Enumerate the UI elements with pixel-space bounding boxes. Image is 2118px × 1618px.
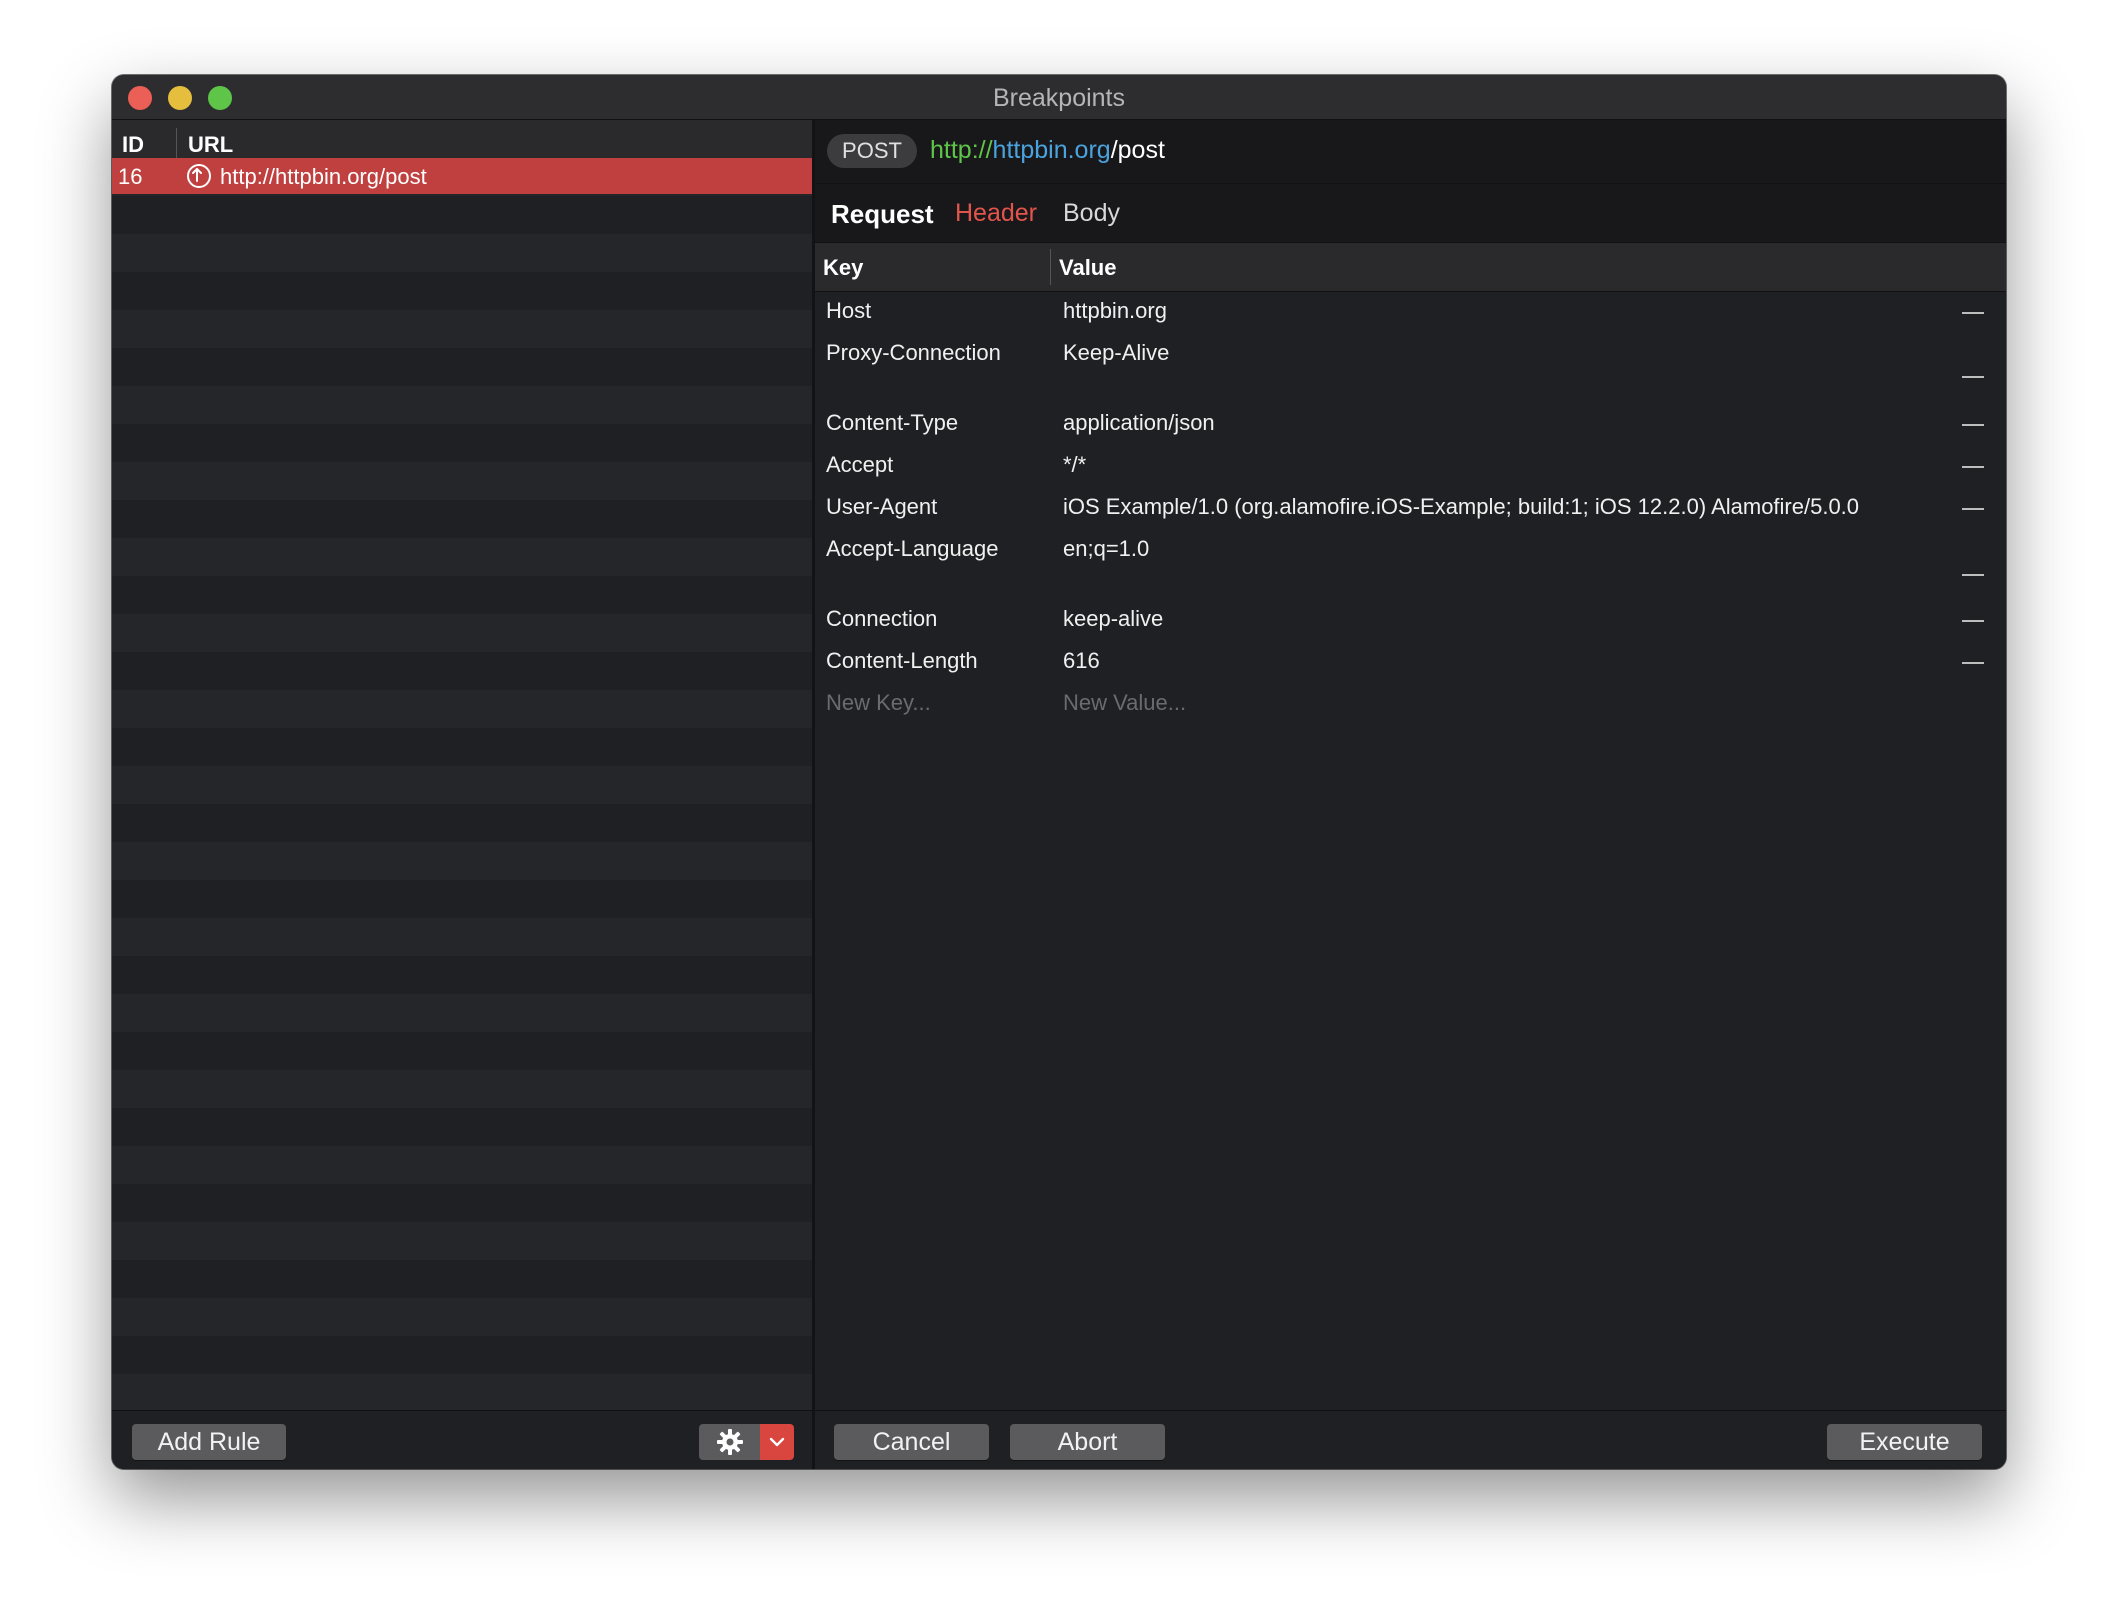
header-row[interactable]: Content-Length 616 xyxy=(815,642,2006,682)
request-url: http://httpbin.org/post xyxy=(930,136,1165,165)
header-key[interactable]: Proxy-Connection xyxy=(826,340,1001,366)
header-value[interactable]: */* xyxy=(1063,452,1086,478)
settings-dropdown-button[interactable] xyxy=(760,1424,794,1460)
url-host: httpbin.org xyxy=(992,136,1111,164)
upload-arrow-icon xyxy=(187,164,211,188)
rules-list-panel: ID URL 16 http://httpbin.org/post xyxy=(112,120,812,1410)
add-rule-button[interactable]: Add Rule xyxy=(132,1424,286,1460)
remove-header-button[interactable] xyxy=(1962,574,1984,576)
rule-url: http://httpbin.org/post xyxy=(220,164,427,189)
header-row[interactable]: Accept-Language en;q=1.0 xyxy=(815,530,2006,598)
column-header-value[interactable]: Value xyxy=(1059,255,1116,281)
remove-header-button[interactable] xyxy=(1962,508,1984,510)
header-key[interactable]: Accept-Language xyxy=(826,536,998,562)
breakpoints-window: Breakpoints ID URL 16 http://httpbin.org… xyxy=(112,75,2006,1469)
request-footer: Cancel Abort Execute xyxy=(815,1410,2006,1469)
new-key-input[interactable]: New Key... xyxy=(826,690,931,716)
header-value[interactable]: keep-alive xyxy=(1063,606,1163,632)
remove-header-button[interactable] xyxy=(1962,424,1984,426)
header-value[interactable]: Keep-Alive xyxy=(1063,340,1169,366)
rules-footer: Add Rule xyxy=(112,1410,812,1469)
tab-body[interactable]: Body xyxy=(1063,199,1120,228)
breakpoint-rule-row[interactable]: 16 http://httpbin.org/post xyxy=(112,158,812,194)
request-url-bar: POST http://httpbin.org/post xyxy=(815,120,2006,184)
window-title: Breakpoints xyxy=(992,84,1126,112)
header-row[interactable]: Proxy-Connection Keep-Alive xyxy=(815,334,2006,402)
rule-id: 16 xyxy=(118,164,143,189)
title-bar: Breakpoints xyxy=(112,75,2006,120)
settings-button[interactable] xyxy=(699,1424,761,1460)
header-row[interactable]: Connection keep-alive xyxy=(815,600,2006,640)
header-key[interactable]: Connection xyxy=(826,606,937,632)
url-path: /post xyxy=(1110,136,1165,164)
remove-header-button[interactable] xyxy=(1962,312,1984,314)
cancel-button[interactable]: Cancel xyxy=(834,1424,989,1460)
header-value[interactable]: en;q=1.0 xyxy=(1063,536,1149,562)
execute-button[interactable]: Execute xyxy=(1827,1424,1982,1460)
header-key[interactable]: Content-Type xyxy=(826,410,958,436)
request-editor-panel: POST http://httpbin.org/post Request Hea… xyxy=(815,120,2006,1469)
header-row[interactable]: Content-Type application/json xyxy=(815,404,2006,444)
header-key[interactable]: User-Agent xyxy=(826,494,937,520)
request-section-label: Request xyxy=(831,199,934,229)
header-value[interactable]: 616 xyxy=(1063,648,1100,674)
remove-header-button[interactable] xyxy=(1962,620,1984,622)
header-value[interactable]: httpbin.org xyxy=(1063,298,1167,324)
remove-header-button[interactable] xyxy=(1962,466,1984,468)
abort-button[interactable]: Abort xyxy=(1010,1424,1165,1460)
gear-icon xyxy=(717,1429,743,1455)
url-scheme: http:// xyxy=(930,136,993,164)
remove-header-button[interactable] xyxy=(1962,376,1984,378)
column-separator xyxy=(1050,249,1051,285)
new-header-row[interactable]: New Key... New Value... xyxy=(815,684,2006,724)
column-header-id[interactable]: ID xyxy=(122,132,144,158)
tab-header[interactable]: Header xyxy=(955,199,1037,228)
header-key[interactable]: Accept xyxy=(826,452,893,478)
column-header-url[interactable]: URL xyxy=(188,132,233,158)
remove-header-button[interactable] xyxy=(1962,662,1984,664)
header-value[interactable]: iOS Example/1.0 (org.alamofire.iOS-Examp… xyxy=(1063,494,1859,520)
header-key[interactable]: Content-Length xyxy=(826,648,978,674)
chevron-down-icon xyxy=(769,1437,785,1447)
header-key[interactable]: Host xyxy=(826,298,871,324)
header-value[interactable]: application/json xyxy=(1063,410,1215,436)
header-row[interactable]: Accept */* xyxy=(815,446,2006,486)
request-tabs: Request Header Body xyxy=(815,184,2006,243)
header-row[interactable]: User-Agent iOS Example/1.0 (org.alamofir… xyxy=(815,488,2006,528)
column-separator xyxy=(176,128,177,160)
header-row[interactable]: Host httpbin.org xyxy=(815,292,2006,332)
http-method-badge: POST xyxy=(827,134,917,168)
new-value-input[interactable]: New Value... xyxy=(1063,690,1186,716)
headers-table-header: Key Value xyxy=(815,243,2006,292)
column-header-key[interactable]: Key xyxy=(823,255,863,281)
